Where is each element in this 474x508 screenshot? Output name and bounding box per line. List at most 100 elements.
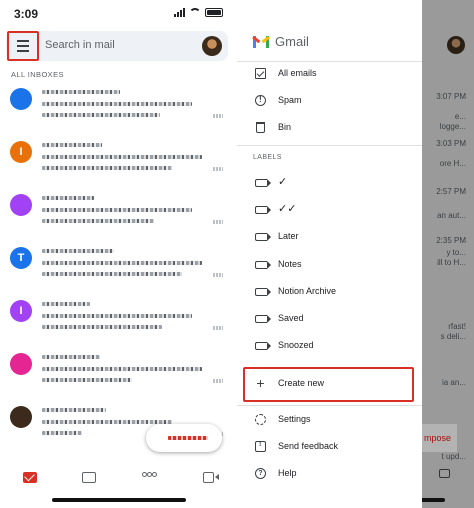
drawer-item-label: Saved xyxy=(278,313,304,323)
drawer-item-all-emails[interactable]: All emails xyxy=(237,61,422,87)
snippet-blurred xyxy=(42,367,202,371)
inbox-screen: 3:09 Search in mail ALL INBOXES I T I xyxy=(0,0,237,508)
background-row: rfast! s deli... xyxy=(441,322,466,342)
sender-blurred xyxy=(42,408,106,412)
drawer-label-notes[interactable]: Notes xyxy=(237,252,422,278)
sender-avatar xyxy=(10,194,32,216)
mail-row[interactable] xyxy=(0,84,237,137)
account-avatar[interactable] xyxy=(202,36,222,56)
spam-icon xyxy=(255,95,266,106)
drawer-item-send-feedback[interactable]: Send feedback xyxy=(237,434,422,460)
star-icon[interactable] xyxy=(213,114,223,118)
sender-avatar: T xyxy=(10,247,32,269)
app-name: Gmail xyxy=(275,34,309,49)
mail-row[interactable]: T xyxy=(0,243,237,296)
background-row: 2:57 PM an aut... xyxy=(436,187,466,221)
gmail-logo: Gmail xyxy=(252,34,309,49)
star-icon[interactable] xyxy=(213,220,223,224)
mail-row[interactable] xyxy=(0,190,237,243)
drawer-label-later[interactable]: Later xyxy=(237,224,422,250)
background-row: ia an... xyxy=(442,378,466,388)
spaces-tab-icon[interactable] xyxy=(141,472,158,482)
drawer-item-label: ✓✓ xyxy=(278,203,297,215)
snippet-blurred xyxy=(42,113,160,117)
label-icon xyxy=(255,288,271,296)
background-row: 3:03 PM ore H... xyxy=(436,139,466,169)
star-icon[interactable] xyxy=(213,167,223,171)
drawer-label-saved[interactable]: Saved xyxy=(237,306,422,332)
mail-row[interactable]: I xyxy=(0,296,237,349)
background-time: 3:07 PM xyxy=(436,92,466,101)
drawer-item-label: Snoozed xyxy=(278,340,314,350)
help-icon: ? xyxy=(255,468,266,479)
sender-blurred xyxy=(42,196,94,200)
drawer-item-bin[interactable]: Bin xyxy=(237,115,422,141)
gmail-m-icon xyxy=(252,35,270,48)
bin-icon xyxy=(256,122,265,133)
signal-icon xyxy=(174,8,185,17)
background-snippet: logge... xyxy=(439,122,466,131)
search-input[interactable]: Search in mail xyxy=(45,39,115,51)
label-icon xyxy=(255,315,271,323)
all-mail-icon xyxy=(255,68,266,79)
drawer-item-label: All emails xyxy=(278,68,317,78)
chat-tab-icon[interactable] xyxy=(82,471,97,483)
sender-avatar: I xyxy=(10,141,32,163)
sender-avatar xyxy=(10,88,32,110)
drawer-item-settings[interactable]: Settings xyxy=(237,407,422,433)
sender-avatar xyxy=(10,406,32,428)
background-snippet: ore H... xyxy=(439,159,466,168)
menu-button[interactable] xyxy=(7,31,39,61)
search-bar[interactable]: Search in mail xyxy=(6,31,228,61)
label-icon xyxy=(255,342,271,350)
mail-row[interactable] xyxy=(0,349,237,402)
background-snippet: e... xyxy=(454,112,466,121)
label-icon xyxy=(255,261,271,269)
battery-icon xyxy=(205,8,223,17)
drawer-item-label: Spam xyxy=(278,95,302,105)
drawer-label-check[interactable]: ✓ xyxy=(237,170,422,196)
snippet-blurred xyxy=(42,378,132,382)
drawer-item-label: Help xyxy=(278,468,297,478)
drawer-item-spam[interactable]: Spam xyxy=(237,88,422,114)
star-icon[interactable] xyxy=(213,379,223,383)
sender-avatar: I xyxy=(10,300,32,322)
mail-row[interactable]: I xyxy=(0,137,237,190)
labels-header: LABELS xyxy=(253,154,282,161)
label-icon xyxy=(255,179,271,187)
snippet-blurred xyxy=(42,166,172,170)
mail-tab-icon[interactable] xyxy=(22,471,37,483)
drawer-item-label: Notion Archive xyxy=(278,286,337,296)
screen: 3:09 Search in mail ALL INBOXES ITI 3:07… xyxy=(0,0,474,508)
star-icon[interactable] xyxy=(213,273,223,277)
status-icons xyxy=(174,8,223,17)
feedback-icon xyxy=(255,441,266,452)
background-meet-icon xyxy=(439,469,450,478)
meet-tab-icon[interactable] xyxy=(203,471,220,483)
snippet-blurred xyxy=(42,102,192,106)
drawer-label-notion-archive[interactable]: Notion Archive xyxy=(237,279,422,305)
drawer-label-snoozed[interactable]: Snoozed xyxy=(237,333,422,359)
snippet-blurred xyxy=(42,420,172,424)
drawer-item-label: Later xyxy=(278,231,299,241)
snippet-blurred xyxy=(42,155,202,159)
background-snippet: s deli... xyxy=(440,332,466,341)
drawer-item-label: Send feedback xyxy=(278,441,339,451)
sender-blurred xyxy=(42,249,114,253)
compose-button[interactable] xyxy=(146,424,222,452)
background-row: 2:35 PM y to... ill to H... xyxy=(436,236,466,268)
wifi-icon xyxy=(189,8,201,17)
compose-label-blurred xyxy=(168,436,208,440)
settings-icon xyxy=(255,414,266,425)
star-icon[interactable] xyxy=(213,326,223,330)
background-snippet: ill to H... xyxy=(437,258,466,267)
label-icon xyxy=(255,233,271,241)
drawer-item-label: Notes xyxy=(278,259,302,269)
drawer-label-double-check[interactable]: ✓✓ xyxy=(237,197,422,223)
sender-blurred xyxy=(42,302,90,306)
drawer-item-help[interactable]: ? Help xyxy=(237,461,422,487)
snippet-blurred xyxy=(42,314,192,318)
sender-blurred xyxy=(42,90,120,94)
background-row: t upd... xyxy=(442,452,466,462)
background-time: 3:03 PM xyxy=(436,139,466,148)
